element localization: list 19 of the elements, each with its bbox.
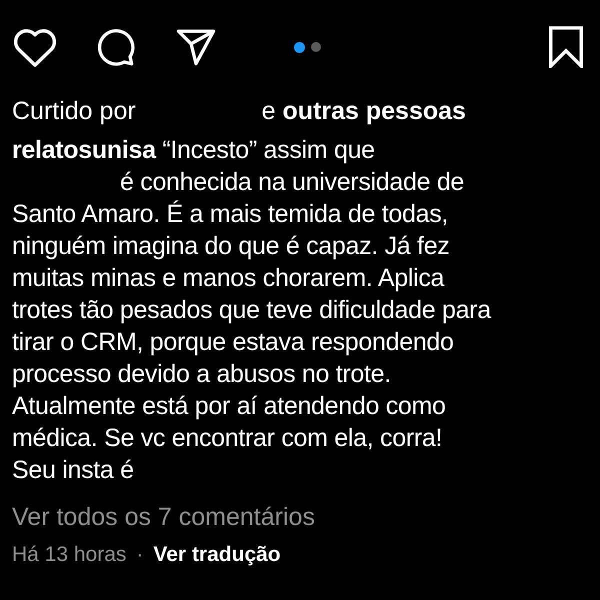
caption-line: Seu insta é	[12, 455, 134, 486]
separator-dot: ·	[136, 542, 144, 568]
caption-line: processo devido a abusos no trote.	[12, 359, 391, 390]
caption-line: relatosunisa “Incesto” assim que	[12, 135, 375, 166]
heart-icon[interactable]	[12, 26, 58, 68]
bookmark-icon[interactable]	[546, 26, 586, 68]
caption-line: Atualmente está por aí atendendo como	[12, 391, 446, 422]
caption-line: trotes tão pesados que teve dificuldade para	[12, 295, 491, 326]
caption-line: Santo Amaro. É a mais temida de todas,	[12, 199, 448, 230]
view-comments-link[interactable]: Ver todos os 7 comentários	[12, 503, 315, 531]
caption-line: tirar o CRM, porque estava respondendo	[12, 327, 454, 358]
caption-line: ninguém imagina do que é capaz. Já fez	[12, 231, 450, 262]
caption-line: é conhecida na universidade de	[120, 167, 464, 198]
timestamp: Há 13 horas	[12, 542, 126, 568]
caption-line: médica. Se vc encontrar com ela, corra!	[12, 423, 442, 454]
caption-line: muitas minas e manos chorarem. Aplica	[12, 263, 444, 294]
liked-by-label: Curtido por	[12, 96, 136, 127]
translate-link[interactable]: Ver tradução	[153, 540, 281, 570]
liked-by-others[interactable]: e outras pessoas	[262, 94, 466, 128]
